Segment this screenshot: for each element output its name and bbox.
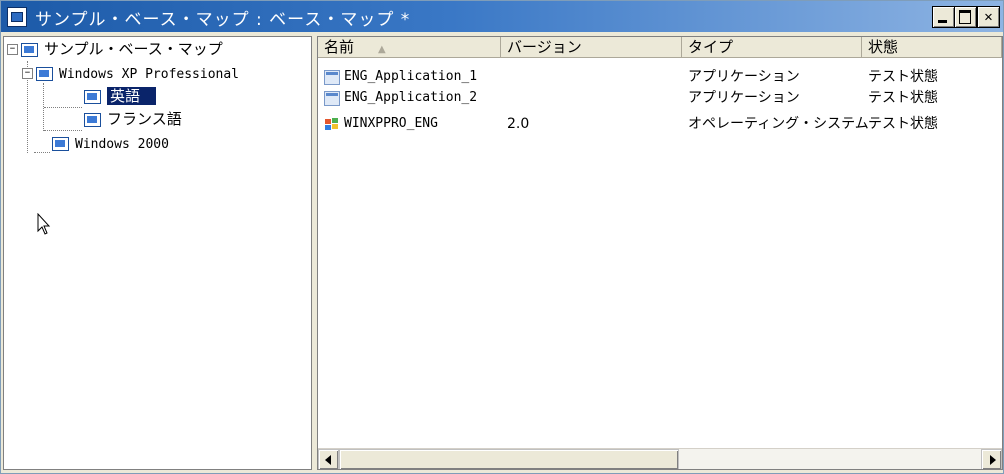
folder-map-icon: [52, 136, 69, 151]
window-title: サンプル・ベース・マップ : ベース・マップ *: [35, 10, 411, 30]
column-label: バージョン: [507, 38, 582, 56]
mouse-pointer-icon: [37, 213, 51, 235]
row-name: WINXPPRO_ENG: [344, 116, 438, 131]
tree-item-french[interactable]: フランス語: [84, 109, 182, 129]
tree-item-label: フランス語: [107, 110, 182, 128]
column-label: 状態: [868, 38, 899, 56]
tree-item-label: 英語: [107, 87, 157, 105]
application-icon: [324, 91, 340, 106]
base-map-icon: [21, 42, 38, 57]
title-bar[interactable]: サンプル・ベース・マップ : ベース・マップ * ✕: [1, 1, 1003, 32]
list-row[interactable]: ENG_Application_1 アプリケーション テスト状態: [318, 67, 1002, 87]
collapse-toggle[interactable]: −: [7, 44, 18, 55]
tree-root-label: サンプル・ベース・マップ: [44, 40, 223, 58]
details-list[interactable]: 名前 ▲ バージョン タイプ 状態 ENG_Application_1 アプリケー…: [317, 36, 1003, 470]
tree-item-english[interactable]: 英語: [84, 86, 157, 106]
horizontal-scrollbar[interactable]: [318, 448, 1002, 469]
row-status: テスト状態: [868, 116, 938, 132]
tree-connector: [44, 107, 82, 108]
row-status: テスト状態: [868, 69, 938, 85]
row-name: ENG_Application_1: [344, 69, 478, 84]
scrollbar-thumb[interactable]: [339, 449, 679, 469]
row-type: アプリケーション: [688, 90, 800, 106]
tree-connector: [44, 130, 82, 131]
column-label: タイプ: [688, 38, 734, 56]
scroll-right-button[interactable]: [981, 449, 1002, 469]
window-map-icon[interactable]: [7, 7, 27, 27]
row-status: テスト状態: [868, 90, 938, 106]
close-button[interactable]: ✕: [977, 6, 1000, 28]
folder-map-icon: [36, 66, 53, 81]
column-header-version[interactable]: バージョン: [501, 37, 682, 58]
row-type: アプリケーション: [688, 69, 800, 85]
row-name: ENG_Application_2: [344, 90, 478, 105]
column-header-status[interactable]: 状態: [862, 37, 1002, 58]
scroll-left-button[interactable]: [318, 449, 339, 469]
column-label: 名前: [324, 38, 355, 56]
column-header-name[interactable]: 名前 ▲: [318, 37, 501, 58]
list-row[interactable]: ENG_Application_2 アプリケーション テスト状態: [318, 88, 1002, 108]
column-header-type[interactable]: タイプ: [682, 37, 862, 58]
windows-os-icon: [324, 117, 338, 130]
tree-pane[interactable]: − サンプル・ベース・マップ − Windows XP Professional…: [3, 36, 312, 470]
sort-ascending-icon: ▲: [378, 44, 386, 55]
collapse-toggle[interactable]: −: [22, 68, 33, 79]
row-version: 2.0: [507, 116, 530, 132]
folder-map-icon: [84, 89, 101, 104]
tree-item-label: Windows 2000: [75, 137, 169, 152]
folder-map-icon: [84, 112, 101, 127]
maximize-button[interactable]: [954, 6, 977, 28]
minimize-button[interactable]: [932, 6, 955, 28]
main-window: サンプル・ベース・マップ : ベース・マップ * ✕ − サンプル・ベース・マッ…: [0, 0, 1004, 474]
tree-connector: [34, 152, 50, 153]
row-type: オペレーティング・システム: [688, 116, 869, 132]
tree-item-windows-2000[interactable]: Windows 2000: [52, 133, 169, 153]
list-header: 名前 ▲ バージョン タイプ 状態: [318, 37, 1002, 58]
application-icon: [324, 70, 340, 85]
list-row[interactable]: WINXPPRO_ENG 2.0 オペレーティング・システム テスト状態: [318, 114, 1002, 134]
tree-item-label: Windows XP Professional: [59, 67, 240, 82]
